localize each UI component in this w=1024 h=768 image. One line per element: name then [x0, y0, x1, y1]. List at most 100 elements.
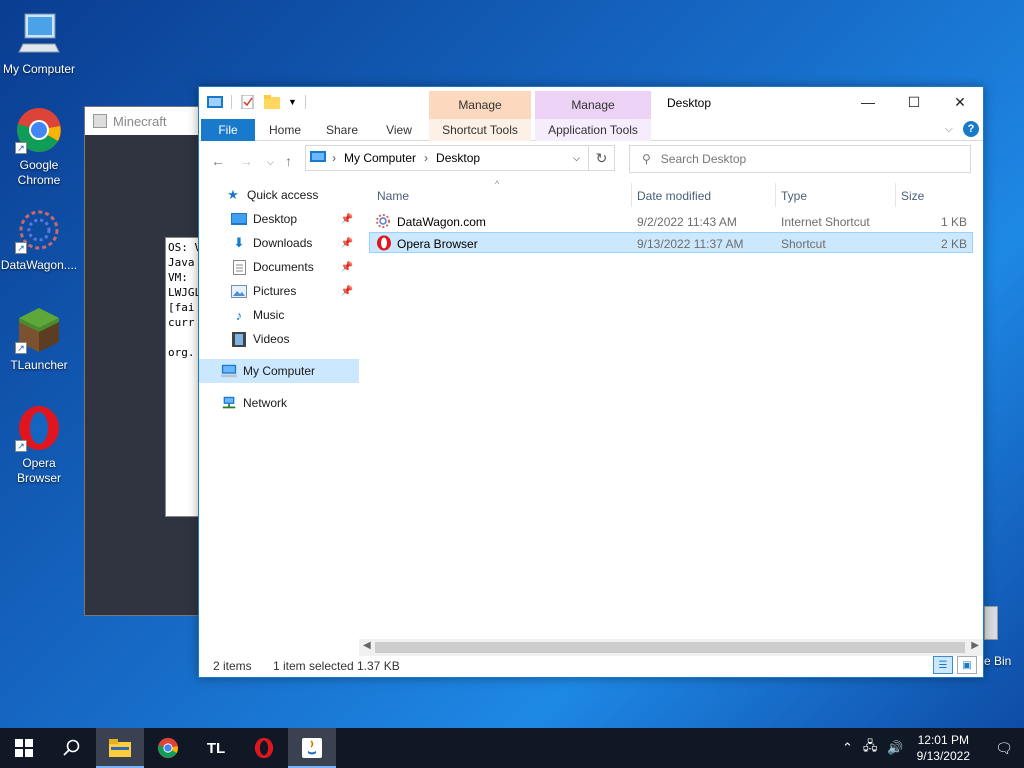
- expand-ribbon-icon[interactable]: ⌵: [945, 123, 953, 136]
- column-divider[interactable]: [631, 183, 632, 207]
- file-list: Name ^ Date modified Type Size DataWagon…: [369, 179, 973, 643]
- contextual-tab-manage-shortcut[interactable]: Manage: [429, 91, 531, 119]
- pin-icon[interactable]: 📌: [341, 214, 353, 225]
- nav-item-network[interactable]: Network: [199, 391, 359, 415]
- new-folder-icon[interactable]: [264, 95, 280, 109]
- tab-file[interactable]: File: [201, 119, 255, 141]
- clock[interactable]: 12:01 PM 9/13/2022: [917, 732, 970, 764]
- column-header-type[interactable]: Type: [781, 189, 807, 203]
- network-status-icon[interactable]: 🖧: [863, 737, 878, 759]
- column-header-name[interactable]: Name: [377, 189, 409, 203]
- address-bar[interactable]: › My Computer › Desktop ⌵: [305, 145, 589, 171]
- close-button[interactable]: ✕: [937, 87, 983, 117]
- desktop-icon-my-computer[interactable]: My Computer: [0, 10, 78, 77]
- taskbar-java[interactable]: [288, 728, 336, 768]
- up-arrow-icon[interactable]: ↑: [285, 153, 292, 169]
- start-button[interactable]: [0, 728, 48, 768]
- column-divider[interactable]: [775, 183, 776, 207]
- contextual-tab-manage-application[interactable]: Manage: [535, 91, 651, 119]
- horizontal-scrollbar[interactable]: ◀ ▶: [359, 639, 983, 656]
- desktop-folder-icon: [231, 211, 247, 227]
- datawagon-icon: ↗: [15, 206, 63, 254]
- properties-icon[interactable]: [240, 95, 256, 109]
- minimize-button[interactable]: —: [845, 87, 891, 117]
- nav-item-quick-access[interactable]: ★ Quick access: [199, 183, 359, 207]
- nav-item-downloads[interactable]: ⬇ Downloads 📌: [199, 231, 359, 255]
- desktop-icon-recycle-bin[interactable]: e Bin: [984, 606, 1024, 676]
- chrome-icon: [157, 737, 179, 759]
- opera-icon: [254, 737, 274, 759]
- desktop-icon-opera-browser[interactable]: ↗ Opera Browser: [0, 404, 78, 486]
- search-placeholder: Search Desktop: [660, 152, 747, 166]
- pin-icon[interactable]: 📌: [341, 286, 353, 297]
- breadcrumb-my-computer[interactable]: My Computer: [344, 151, 416, 165]
- file-size: 2 KB: [940, 237, 967, 251]
- taskbar-opera[interactable]: [240, 728, 288, 768]
- tab-application-tools[interactable]: Application Tools: [535, 119, 651, 141]
- scroll-right-icon[interactable]: ▶: [971, 640, 979, 651]
- console-line: OS: V: [168, 241, 202, 254]
- details-view-icon[interactable]: ☰: [933, 656, 953, 674]
- maximize-button[interactable]: ☐: [891, 87, 937, 117]
- refresh-button[interactable]: ↻: [589, 145, 615, 171]
- address-dropdown-icon[interactable]: ⌵: [573, 153, 580, 164]
- desktop-icon-google-chrome[interactable]: ↗ Google Chrome: [0, 106, 78, 188]
- column-header-date-modified[interactable]: Date modified: [637, 189, 711, 203]
- shortcut-arrow-icon: ↗: [15, 142, 27, 154]
- file-name: DataWagon.com: [397, 215, 486, 229]
- breadcrumb-separator-icon: ›: [332, 151, 336, 165]
- nav-item-pictures[interactable]: Pictures 📌: [199, 279, 359, 303]
- breadcrumb-desktop[interactable]: Desktop: [436, 151, 480, 165]
- recycle-bin-icon: [984, 606, 998, 640]
- pin-icon[interactable]: 📌: [341, 238, 353, 249]
- desktop-icon-datawagon[interactable]: ↗ DataWagon....: [0, 206, 78, 273]
- console-line: [fai: [168, 301, 195, 314]
- tab-home[interactable]: Home: [259, 119, 311, 141]
- table-row[interactable]: DataWagon.com 9/2/2022 11:43 AM Internet…: [369, 211, 973, 232]
- search-input[interactable]: ⚲ Search Desktop: [629, 145, 971, 173]
- desktop-icon-tlauncher[interactable]: ↗ TLauncher: [0, 306, 78, 373]
- nav-item-videos[interactable]: Videos: [199, 327, 359, 351]
- desktop-icon-label: TLauncher: [10, 358, 68, 372]
- nav-item-desktop[interactable]: Desktop 📌: [199, 207, 359, 231]
- console-line: org.: [168, 346, 195, 359]
- back-arrow-icon[interactable]: ←: [211, 153, 225, 169]
- nav-item-my-computer[interactable]: My Computer: [199, 359, 359, 383]
- recent-locations-icon[interactable]: ⌵: [267, 157, 274, 168]
- forward-arrow-icon[interactable]: →: [239, 153, 253, 169]
- ribbon-tabs: File Home Share View Shortcut Tools Appl…: [199, 119, 983, 141]
- breadcrumb-separator-icon: ›: [424, 151, 429, 165]
- pin-icon[interactable]: 📌: [341, 262, 353, 273]
- tab-share[interactable]: Share: [317, 119, 367, 141]
- pictures-icon: [231, 283, 247, 299]
- large-icons-view-icon[interactable]: ▣: [957, 656, 977, 674]
- taskbar-tlauncher[interactable]: TL: [192, 728, 240, 768]
- file-explorer-window[interactable]: ▼ Manage Manage Desktop — ☐ ✕ File Home …: [198, 86, 984, 678]
- tlauncher-icon: TL: [206, 739, 226, 757]
- scroll-left-icon[interactable]: ◀: [363, 640, 371, 651]
- show-hidden-icons-icon[interactable]: ⌃: [842, 740, 853, 756]
- tab-view[interactable]: View: [375, 119, 423, 141]
- scrollbar-thumb[interactable]: [375, 642, 965, 653]
- music-note-icon: ♪: [235, 307, 243, 323]
- network-icon: [221, 395, 237, 411]
- notification-center-icon[interactable]: 🗨: [984, 740, 1024, 757]
- file-type: Internet Shortcut: [781, 215, 870, 229]
- explorer-window-icon[interactable]: [207, 95, 223, 109]
- table-row[interactable]: Opera Browser 9/13/2022 11:37 AM Shortcu…: [369, 232, 973, 253]
- tab-shortcut-tools[interactable]: Shortcut Tools: [429, 119, 531, 141]
- column-header-size[interactable]: Size: [901, 189, 924, 203]
- customize-toolbar-icon[interactable]: ▼: [288, 97, 297, 107]
- column-divider[interactable]: [895, 183, 896, 207]
- volume-icon[interactable]: 🔊: [887, 740, 903, 756]
- titlebar[interactable]: ▼ Manage Manage Desktop — ☐ ✕: [199, 87, 983, 119]
- search-button[interactable]: [48, 728, 96, 768]
- help-icon[interactable]: ?: [963, 121, 979, 137]
- desktop-icon-label: My Computer: [2, 62, 76, 76]
- taskbar-chrome[interactable]: [144, 728, 192, 768]
- videos-icon: [231, 331, 247, 347]
- window-title: Desktop: [667, 96, 712, 110]
- nav-item-music[interactable]: ♪ Music: [199, 303, 359, 327]
- taskbar-file-explorer[interactable]: [96, 728, 144, 768]
- nav-item-documents[interactable]: Documents 📌: [199, 255, 359, 279]
